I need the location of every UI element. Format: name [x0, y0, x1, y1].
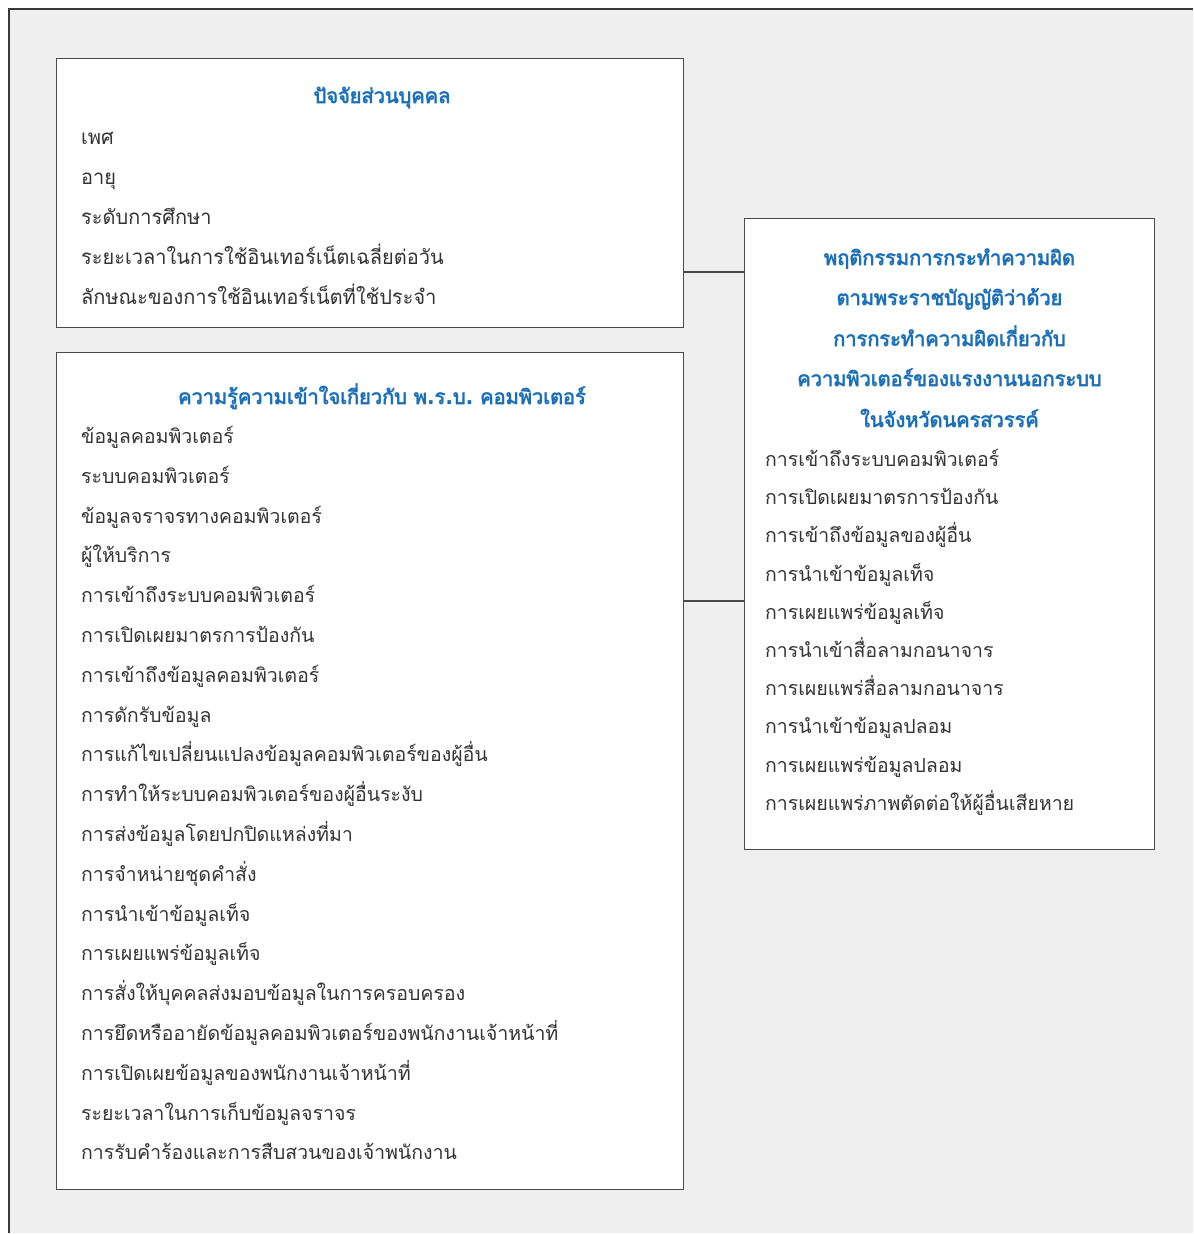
knowledge-item: การเปิดเผยมาตรการป้องกัน — [81, 623, 315, 647]
knowledge-item: ระยะเวลาในการเก็บข้อมูลจราจร — [81, 1101, 356, 1125]
personal-factor-item: ลักษณะของการใช้อินเทอร์เน็ตที่ใช้ประจำ — [81, 285, 437, 309]
connector-knowledge-to-behavior — [684, 600, 744, 602]
knowledge-item: ข้อมูลคอมพิวเตอร์ — [81, 425, 234, 448]
knowledge-item: ผู้ให้บริการ — [81, 544, 171, 568]
behavior-item: การเปิดเผยมาตรการป้องกัน — [765, 486, 999, 510]
knowledge-item: การรับคำร้องและการสืบสวนของเจ้าพนักงาน — [81, 1141, 457, 1165]
behavior-item: การเผยแพร่ข้อมูลเท็จ — [765, 600, 945, 624]
personal-factor-item: อายุ — [81, 165, 116, 189]
knowledge-item: การส่งข้อมูลโดยปกปิดแหล่งที่มา — [81, 822, 353, 846]
knowledge-item: การเปิดเผยข้อมูลของพนักงานเจ้าหน้าที่ — [81, 1061, 411, 1085]
personal-factors-title: ปัจจัยส่วนบุคคล — [313, 84, 451, 108]
knowledge-item: การจำหน่ายชุดคำสั่ง — [81, 862, 257, 886]
knowledge-item: การสั่งให้บุคคลส่งมอบข้อมูลในการครอบครอง — [81, 982, 466, 1006]
behavior-title: พฤติกรรมการกระทำความผิด ตามพระราชบัญญัติ… — [745, 239, 1154, 439]
behavior-item: การเผยแพร่ข้อมูลปลอม — [765, 753, 963, 777]
personal-factor-item: ระดับการศึกษา — [81, 205, 212, 229]
behavior-title-line: ความพิวเตอร์ของแรงงานนอกระบบ — [797, 367, 1102, 392]
behavior-item: การนำเข้าข้อมูลปลอม — [765, 715, 953, 739]
knowledge-item: การแก้ไขเปลี่ยนแปลงข้อมูลคอมพิวเตอร์ของผ… — [81, 743, 488, 767]
behavior-item: การนำเข้าสื่อลามกอนาจาร — [765, 639, 994, 663]
connector-personal-to-behavior — [684, 271, 744, 273]
knowledge-item: การดักรับข้อมูล — [81, 703, 212, 727]
knowledge-item: การเผยแพร่ข้อมูลเท็จ — [81, 942, 261, 966]
behavior-title-line: พฤติกรรมการกระทำความผิด — [824, 246, 1075, 270]
behavior-item: การเข้าถึงระบบคอมพิวเตอร์ — [765, 448, 1000, 472]
behavior-box: พฤติกรรมการกระทำความผิด ตามพระราชบัญญัติ… — [744, 218, 1155, 850]
behavior-title-line: ตามพระราชบัญญัติว่าด้วย — [836, 286, 1063, 311]
knowledge-item: การเข้าถึงระบบคอมพิวเตอร์ — [81, 584, 316, 608]
behavior-item: การเผยแพร่ภาพตัดต่อให้ผู้อื่นเสียหาย — [765, 791, 1075, 815]
knowledge-item: ระบบคอมพิวเตอร์ — [81, 464, 230, 488]
knowledge-item: การเข้าถึงข้อมูลคอมพิวเตอร์ — [81, 663, 320, 687]
knowledge-item: การทำให้ระบบคอมพิวเตอร์ของผู้อื่นระงับ — [81, 783, 423, 807]
knowledge-item: การนำเข้าข้อมูลเท็จ — [81, 902, 251, 926]
knowledge-item: การยึดหรืออายัดข้อมูลคอมพิวเตอร์ของพนักง… — [81, 1021, 559, 1045]
personal-factor-item: ระยะเวลาในการใช้อินเทอร์เน็ตเฉลี่ยต่อวัน — [81, 245, 444, 269]
personal-factors-box: ปัจจัยส่วนบุคคล เพศ อายุ ระดับการศึกษา ร… — [56, 58, 684, 328]
behavior-item: การนำเข้าข้อมูลเท็จ — [765, 562, 935, 586]
behavior-title-line: การกระทำความผิดเกี่ยวกับ — [833, 326, 1066, 351]
behavior-title-line: ในจังหวัดนครสวรรค์ — [860, 407, 1039, 432]
behavior-item: การเข้าถึงข้อมูลของผู้อื่น — [765, 524, 972, 548]
knowledge-item: ข้อมูลจราจรทางคอมพิวเตอร์ — [81, 504, 322, 528]
behavior-item: การเผยแพร่สื่อลามกอนาจาร — [765, 677, 1004, 701]
knowledge-title: ความรู้ความเข้าใจเกี่ยวกับ พ.ร.บ. คอมพิว… — [178, 385, 586, 409]
personal-factor-item: เพศ — [81, 125, 114, 149]
knowledge-box: ความรู้ความเข้าใจเกี่ยวกับ พ.ร.บ. คอมพิว… — [56, 352, 684, 1190]
